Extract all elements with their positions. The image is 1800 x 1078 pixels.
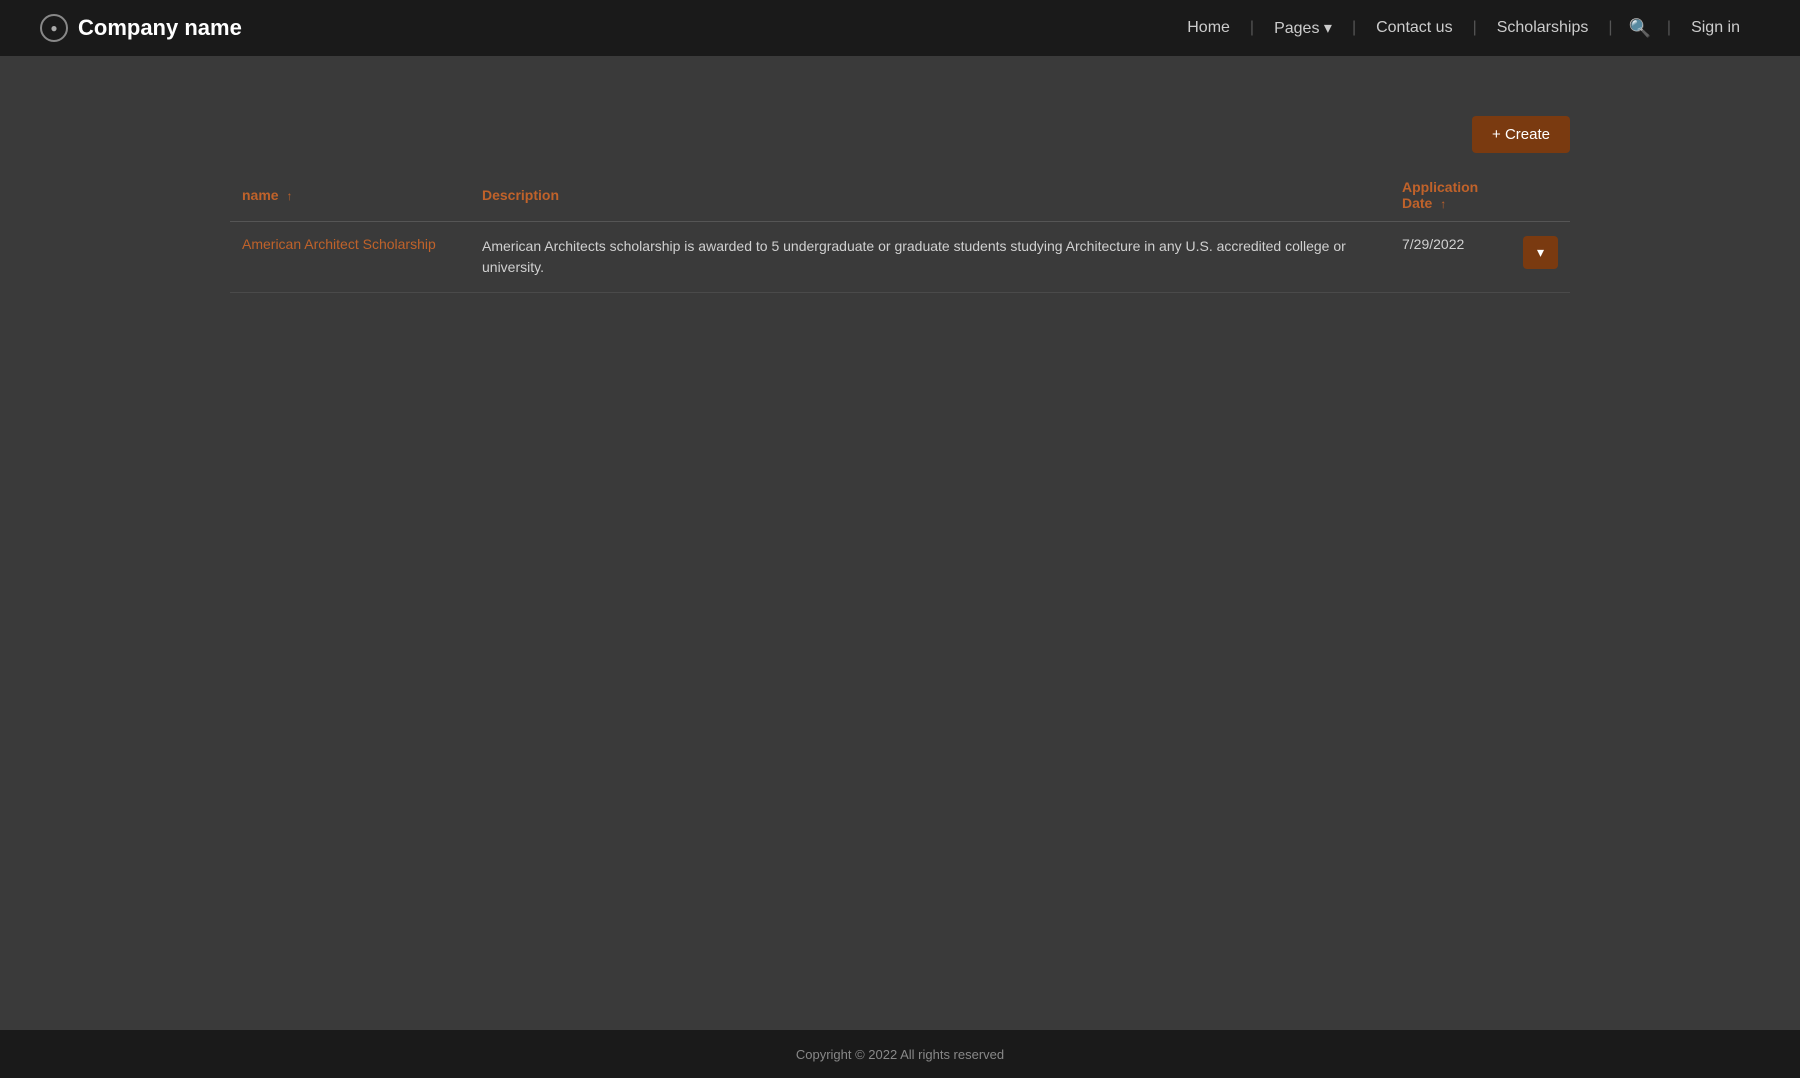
brand-name: Company name [78, 15, 242, 41]
copyright-text: Copyright © 2022 All rights reserved [796, 1047, 1004, 1062]
col-name: name ↑ [230, 169, 470, 222]
table-body: American Architect ScholarshipAmerican A… [230, 222, 1570, 293]
col-description: Description [470, 169, 1390, 222]
col-actions [1510, 169, 1570, 222]
pages-dropdown-icon: ▾ [1324, 20, 1332, 37]
table-row: American Architect ScholarshipAmerican A… [230, 222, 1570, 293]
main-content: + Create name ↑ Description Application … [0, 56, 1800, 293]
col-application-date: Application Date ↑ [1390, 169, 1510, 222]
nav-links: Home | Pages ▾ | Contact us | Scholarshi… [1167, 18, 1760, 39]
row-dropdown-button[interactable]: ▾ [1523, 236, 1558, 269]
brand-icon: ● [40, 14, 68, 42]
scholarship-table: name ↑ Description Application Date ↑ Am… [230, 169, 1570, 293]
create-button[interactable]: + Create [1472, 116, 1570, 153]
nav-pages[interactable]: Pages ▾ [1254, 18, 1352, 38]
create-bar: + Create [230, 116, 1570, 153]
scholarship-action-cell: ▾ [1510, 222, 1570, 293]
scholarship-description-cell: American Architects scholarship is award… [470, 222, 1390, 293]
search-icon[interactable]: 🔍 [1613, 18, 1667, 39]
sort-icon-name: ↑ [286, 189, 292, 203]
navbar: ● Company name Home | Pages ▾ | Contact … [0, 0, 1800, 56]
sort-icon-date: ↑ [1440, 197, 1446, 211]
scholarship-date-cell: 7/29/2022 [1390, 222, 1510, 293]
brand: ● Company name [40, 14, 242, 42]
table-header: name ↑ Description Application Date ↑ [230, 169, 1570, 222]
scholarship-name-cell[interactable]: American Architect Scholarship [230, 222, 470, 293]
nav-contact-us[interactable]: Contact us [1356, 19, 1472, 37]
footer: Copyright © 2022 All rights reserved [0, 1030, 1800, 1078]
nav-sign-in[interactable]: Sign in [1671, 19, 1760, 37]
nav-scholarships[interactable]: Scholarships [1477, 19, 1609, 37]
nav-home[interactable]: Home [1167, 19, 1250, 37]
